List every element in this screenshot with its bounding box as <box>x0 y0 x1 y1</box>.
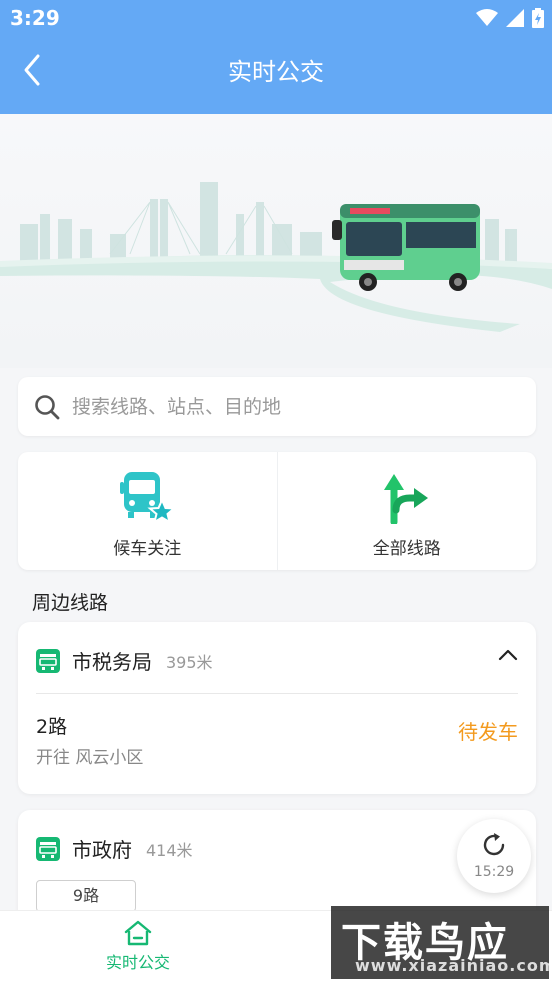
watermark-sub: www.xiazainiao.com <box>355 956 549 975</box>
quick-actions: 候车关注 全部线路 <box>18 452 536 570</box>
station-name: 市税务局 <box>72 650 152 674</box>
refresh-icon <box>483 833 505 856</box>
nav-label: 实时公交 <box>105 953 170 972</box>
refresh-time: 15:29 <box>473 864 515 880</box>
nav-tab-realtime-bus[interactable]: 实时公交 <box>0 911 276 984</box>
bus-star-icon <box>120 472 177 524</box>
wifi-icon <box>476 9 498 26</box>
page-title: 实时公交 <box>228 58 324 86</box>
station-header[interactable]: 市税务局 395米 <box>36 646 213 675</box>
quick-label-watch: 候车关注 <box>113 539 182 559</box>
refresh-button[interactable]: 15:29 <box>457 819 531 893</box>
bus-stop-icon <box>36 648 60 673</box>
route-direction: 开往 风云小区 <box>36 748 144 768</box>
status-icons <box>476 8 544 28</box>
station-distance: 414米 <box>146 840 193 860</box>
signal-icon <box>506 9 524 27</box>
home-icon <box>124 920 152 946</box>
route-tag[interactable]: 9路 <box>36 880 136 912</box>
station-distance: 395米 <box>166 652 213 672</box>
section-title: 周边线路 <box>32 592 109 614</box>
bus-illustration <box>332 204 480 291</box>
watermark-logo: 下载鸟应用 www.xiazainiao.com <box>331 906 549 979</box>
chevron-up-icon[interactable] <box>498 648 518 662</box>
search-input[interactable] <box>70 394 494 419</box>
route-name: 2路 <box>36 716 68 738</box>
route-arrows-icon <box>383 474 428 524</box>
route-row[interactable]: 2路 开往 风云小区 待发车 <box>36 712 518 768</box>
watch-bus-button[interactable]: 候车关注 <box>18 452 277 570</box>
top-bar: 3:29 实时公交 <box>0 0 552 114</box>
status-time: 3:29 <box>10 6 60 30</box>
search-bar[interactable] <box>18 377 536 436</box>
bus-stop-icon <box>36 836 60 861</box>
all-routes-button[interactable]: 全部线路 <box>276 452 537 570</box>
station-header[interactable]: 市政府 414米 <box>36 834 193 863</box>
route-status: 待发车 <box>458 720 518 744</box>
city-bus-illustration <box>0 182 552 332</box>
quick-label-routes: 全部线路 <box>372 539 441 559</box>
divider <box>36 693 518 694</box>
search-icon <box>35 394 60 419</box>
hero-banner <box>0 114 552 368</box>
battery-icon <box>532 8 544 28</box>
station-card: 市税务局 395米 2路 开往 风云小区 待发车 <box>18 622 536 794</box>
station-name: 市政府 <box>72 838 132 862</box>
